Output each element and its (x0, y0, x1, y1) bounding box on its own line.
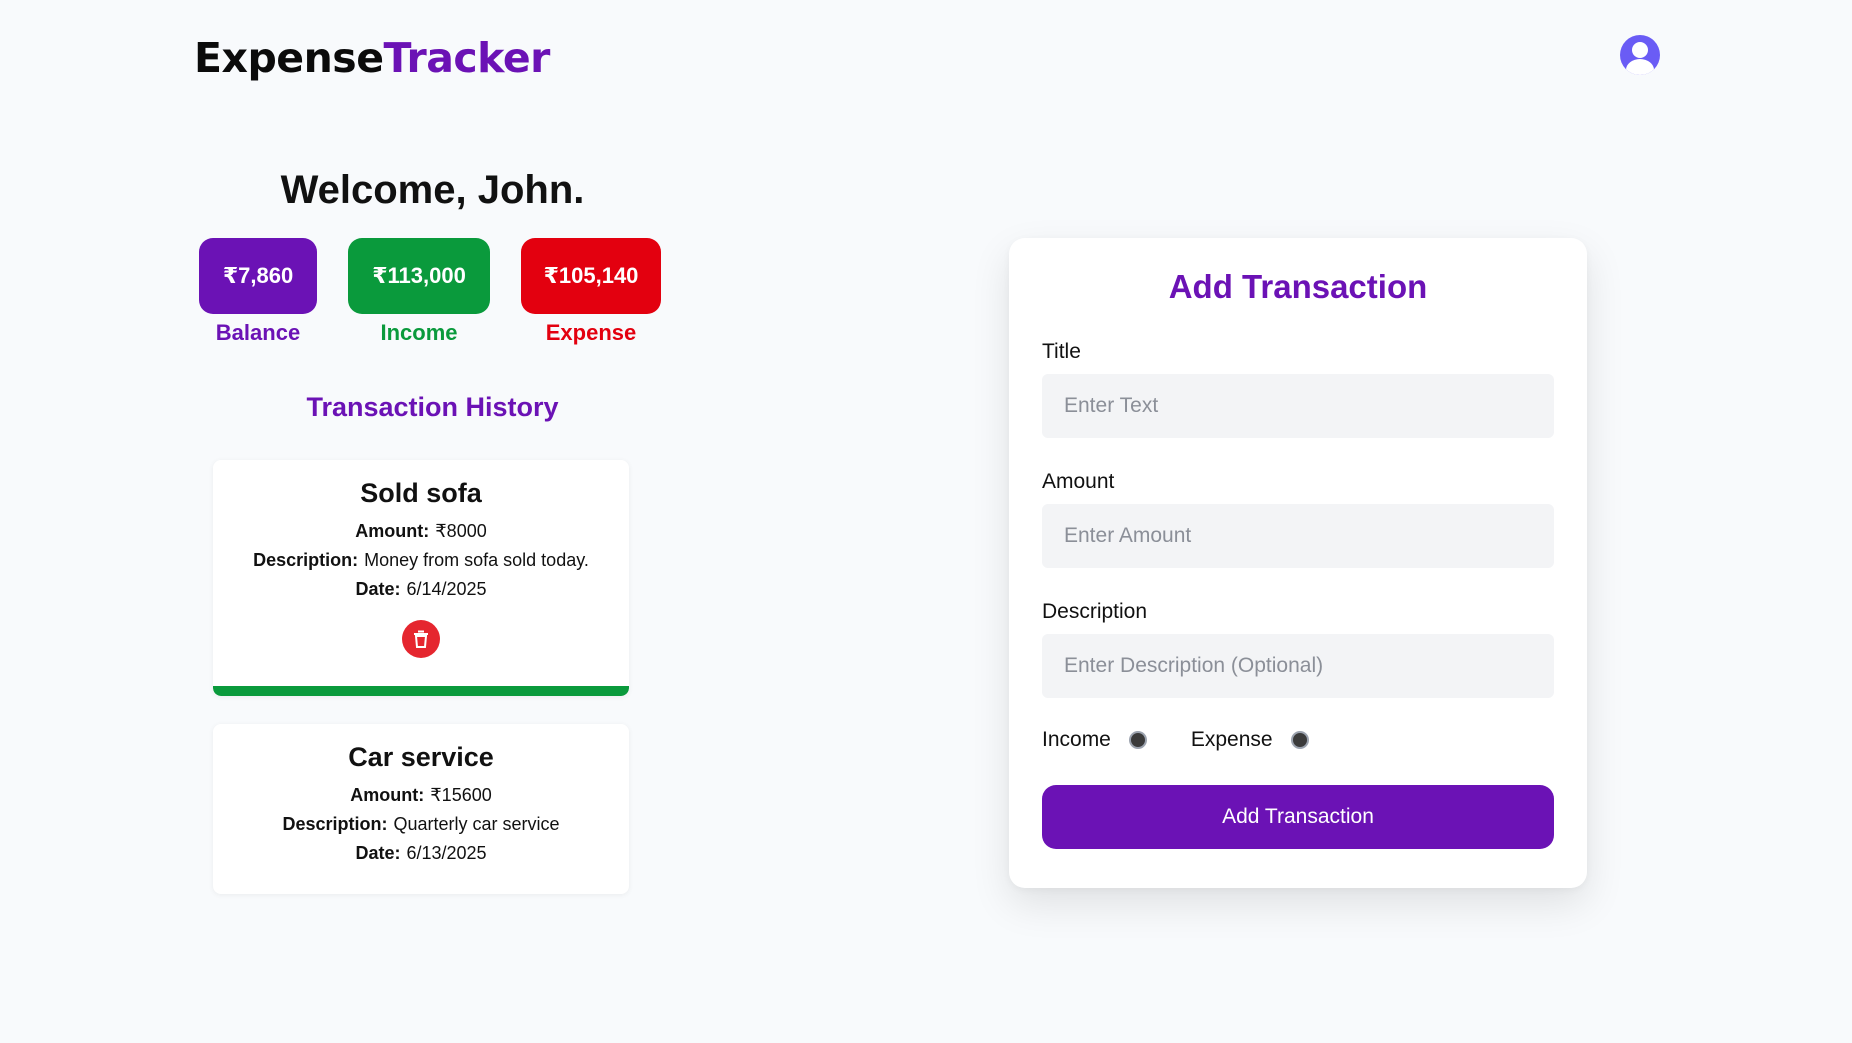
transaction-history-title: Transaction History (306, 392, 559, 422)
income-stat: ₹113,000 Income (348, 238, 490, 346)
description-value: Money from sofa sold today. (364, 550, 589, 570)
app-logo[interactable]: ExpenseTracker (194, 34, 550, 82)
add-transaction-button[interactable]: Add Transaction (1042, 785, 1554, 849)
transaction-type-selector: Income Expense (1042, 728, 1353, 752)
transaction-amount: Amount: ₹15600 (213, 781, 629, 810)
transaction-amount: Amount: ₹8000 (213, 517, 629, 546)
date-label: Date: (355, 843, 401, 863)
income-radio-label: Income (1042, 728, 1111, 751)
expense-radio-label: Expense (1190, 728, 1273, 751)
income-radio[interactable] (1128, 731, 1147, 749)
balance-stat: ₹7,860 Balance (199, 238, 317, 346)
description-input[interactable] (1042, 634, 1554, 698)
description-label: Description: (282, 814, 388, 834)
title-field-label: Title (1042, 340, 1081, 363)
amount-label: Amount: (355, 521, 430, 541)
transaction-card: Sold sofa Amount: ₹8000 Description: Money… (213, 460, 629, 696)
welcome-heading: Welcome, John. (280, 168, 585, 212)
amount-field-label: Amount (1042, 470, 1115, 493)
delete-transaction-button[interactable] (402, 620, 440, 658)
amount-input[interactable] (1042, 504, 1554, 568)
trash-icon (414, 630, 428, 648)
amount-value: ₹15600 (430, 785, 492, 805)
avatar-body (1626, 59, 1654, 75)
user-avatar-icon[interactable] (1620, 35, 1660, 75)
transaction-title: Sold sofa (360, 478, 482, 508)
income-radio-option[interactable]: Income (1042, 728, 1147, 752)
balance-label: Balance (215, 320, 301, 345)
description-label: Description: (253, 550, 359, 570)
form-title: Add Transaction (1168, 268, 1428, 305)
income-indicator-bar (213, 686, 629, 696)
logo-expense: Expense (194, 34, 384, 82)
description-field-label: Description (1042, 600, 1148, 623)
income-value: ₹113,000 (348, 238, 490, 314)
logo-tracker: Tracker (383, 34, 551, 82)
title-input[interactable] (1042, 374, 1554, 438)
page: ExpenseTracker Welcome, John. ₹7,860 Bal… (0, 0, 1852, 1043)
transaction-date: Date: 6/13/2025 (213, 839, 629, 868)
add-transaction-form: Add Transaction Title Amount Description… (1009, 238, 1587, 888)
description-value: Quarterly car service (393, 814, 560, 834)
transaction-date: Date: 6/14/2025 (213, 575, 629, 604)
date-label: Date: (355, 579, 401, 599)
transaction-title: Car service (348, 742, 494, 772)
transaction-description: Description: Money from sofa sold today. (213, 546, 629, 575)
expense-radio-option[interactable]: Expense (1191, 728, 1309, 752)
expense-value: ₹105,140 (521, 238, 661, 314)
expense-label: Expense (545, 320, 637, 345)
amount-label: Amount: (350, 785, 425, 805)
date-value: 6/14/2025 (406, 579, 487, 599)
date-value: 6/13/2025 (406, 843, 487, 863)
stats-summary: ₹7,860 Balance ₹113,000 Income ₹105,140 … (199, 238, 661, 346)
income-label: Income (380, 320, 458, 345)
expense-stat: ₹105,140 Expense (521, 238, 661, 346)
amount-value: ₹8000 (435, 521, 487, 541)
balance-value: ₹7,860 (199, 238, 317, 314)
avatar-head (1632, 42, 1648, 58)
transaction-description: Description: Quarterly car service (213, 810, 629, 839)
expense-radio[interactable] (1290, 731, 1309, 749)
transaction-card: Car service Amount: ₹15600 Description: Qu… (213, 724, 629, 894)
